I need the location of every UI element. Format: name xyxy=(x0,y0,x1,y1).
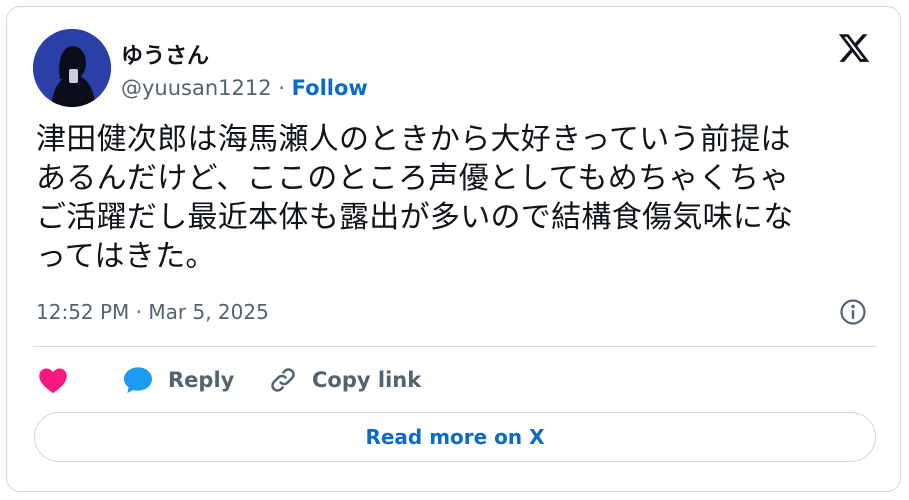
tweet-line: ってはきた。 xyxy=(36,239,216,274)
read-more-label: Read more on X xyxy=(365,425,545,449)
separator: · xyxy=(278,76,285,100)
tweet-line: あるんだけど、ここのところ声優としてもめちゃくちゃ xyxy=(36,161,790,196)
author-handle[interactable]: @yuusan1212 xyxy=(121,76,272,100)
author-handle-row: @yuusan1212 · Follow xyxy=(121,76,368,100)
tweet-text: 津田健次郎は海馬瀬人のときから大好きっていう前提は あるんだけど、ここのところ声… xyxy=(36,120,876,276)
info-icon[interactable] xyxy=(839,298,867,326)
divider xyxy=(33,346,876,347)
heart-icon xyxy=(39,368,67,394)
speech-bubble-icon xyxy=(124,367,152,394)
tweet-line: ご活躍だし最近本体も露出が多いので結構食傷気味にな xyxy=(36,200,794,235)
avatar[interactable] xyxy=(33,29,111,107)
avatar-silhouette-icon xyxy=(33,29,111,107)
x-logo-icon[interactable] xyxy=(837,31,871,65)
reply-button[interactable]: Reply xyxy=(122,364,234,396)
link-icon xyxy=(271,368,295,392)
tweet-line: 津田健次郎は海馬瀬人のときから大好きっていう前提は xyxy=(36,122,791,157)
tweet-timestamp[interactable]: 12:52 PM · Mar 5, 2025 xyxy=(36,300,269,324)
copy-link-button[interactable]: Copy link xyxy=(268,364,421,396)
follow-link[interactable]: Follow xyxy=(292,76,368,100)
reply-label: Reply xyxy=(168,368,235,392)
copy-link-label: Copy link xyxy=(312,368,422,392)
read-more-button[interactable]: Read more on X xyxy=(34,412,876,462)
author-display-name[interactable]: ゆうさん xyxy=(121,38,209,70)
like-button[interactable] xyxy=(38,364,68,396)
